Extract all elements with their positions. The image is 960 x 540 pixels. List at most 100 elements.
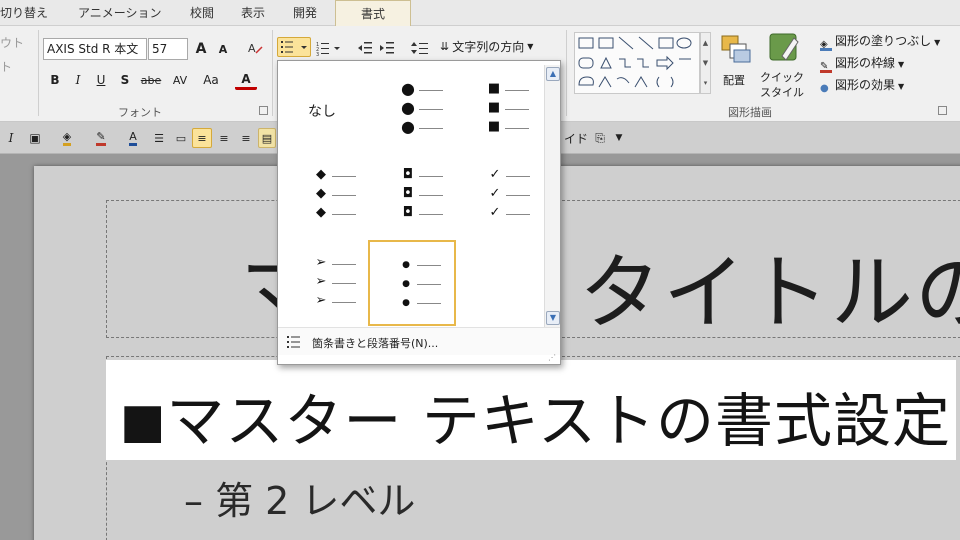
line-color-toolbar-button[interactable]: ✎ — [86, 128, 116, 148]
bullet-line — [332, 283, 356, 284]
checkmark-bullet-icon: ✓ — [489, 205, 501, 220]
body-level1-text[interactable]: ■マスター テキストの書式設定 — [120, 374, 951, 458]
bullet-line — [506, 195, 530, 196]
quick-style-button[interactable]: クイック スタイル — [758, 32, 812, 99]
bullets-and-numbering-menu-item[interactable]: 箇条書きと段落番号(N)... — [278, 327, 560, 355]
underline-label: U — [96, 73, 106, 87]
shape-fill-label: 図形の塗りつぶし — [835, 34, 932, 48]
bullet-option-filled-square[interactable]: ■ ■ ■ — [456, 63, 544, 149]
diamond-bullet-icon: ◆ — [316, 186, 326, 201]
bullet-line — [419, 90, 443, 91]
bullet-line — [419, 109, 443, 110]
bullet-option-checkmark[interactable]: ✓ ✓ ✓ — [456, 149, 544, 235]
bullet-line — [332, 302, 356, 303]
line-spacing-button[interactable] — [410, 38, 438, 58]
underline-button[interactable]: U — [91, 70, 111, 90]
chevron-down-icon: ▼ — [549, 313, 557, 322]
shadow-label: S — [120, 73, 130, 87]
clear-format-button[interactable]: A — [244, 38, 266, 58]
bullet-line — [419, 128, 443, 129]
align-left-toolbar-button[interactable]: ☰ — [148, 128, 170, 148]
italic-button[interactable]: I — [68, 70, 88, 90]
bullets-button[interactable] — [277, 37, 311, 57]
body-level2-label: – 第 2 レベル — [184, 479, 416, 523]
bullet-line — [419, 214, 443, 215]
font-name-select[interactable]: AXIS Std R 本文 — [43, 38, 147, 60]
strikethrough-button[interactable]: abe — [138, 70, 164, 90]
fill-color-toolbar-button[interactable]: ◈ — [52, 128, 82, 148]
text-direction-label: 文字列の方向 — [452, 39, 525, 54]
font-color-toolbar-button[interactable]: A — [120, 128, 146, 148]
align-left-button[interactable]: ≡ — [192, 128, 212, 148]
scroll-up-button[interactable]: ▲ — [546, 67, 560, 81]
grow-font-button[interactable]: A — [192, 39, 210, 59]
decrease-indent-button[interactable] — [355, 38, 375, 58]
shapes-gallery-scroll[interactable]: ▲ ▼ ▾ — [700, 32, 711, 94]
font-name-value: AXIS Std R 本文 — [47, 42, 139, 56]
shape-group-label: 図形描画 — [728, 106, 772, 119]
toolbar-overflow-button[interactable]: ▼ — [612, 128, 626, 148]
shape-style-toolbar-button[interactable]: ▣ — [22, 128, 48, 148]
shadow-button[interactable]: S — [115, 70, 135, 90]
change-case-button[interactable]: Aa — [197, 70, 225, 90]
shape-group-launcher[interactable] — [938, 106, 947, 115]
gallery-scrollbar[interactable]: ▲ ▼ — [544, 65, 560, 327]
justify-button[interactable]: ▤ — [258, 128, 276, 148]
resize-grip-icon[interactable]: ⋰ — [548, 353, 556, 362]
bullet-line — [332, 214, 356, 215]
tab-transitions[interactable]: 切り替え — [0, 0, 48, 26]
quick-style-label-2: スタイル — [760, 86, 804, 99]
text-direction-button[interactable]: ⇊ 文字列の方向 ▼ — [440, 36, 544, 56]
font-size-value: 57 — [152, 42, 168, 56]
font-color-button[interactable]: A — [235, 70, 257, 90]
arrange-button[interactable]: 配置 — [716, 32, 754, 98]
shape-effects-button[interactable]: ● 図形の効果 ▼ — [820, 76, 904, 95]
shape-fill-button[interactable]: ◈ 図形の塗りつぶし ▼ — [820, 32, 940, 51]
tab-view[interactable]: 表示 — [241, 0, 265, 26]
checkmark-bullet-icon: ✓ — [489, 186, 501, 201]
bullet-option-small-dot[interactable]: ● ● ● — [368, 240, 456, 326]
increase-indent-button[interactable] — [377, 38, 397, 58]
bullet-option-diamond[interactable]: ◆ ◆ ◆ — [280, 149, 368, 235]
diamond-bullet-icon: ◆ — [316, 167, 326, 182]
ribbon-separator — [38, 30, 39, 116]
bold-button[interactable]: B — [45, 70, 65, 90]
tab-format[interactable]: 書式 — [335, 0, 411, 26]
numbering-button[interactable]: 1 2 3 — [314, 38, 342, 58]
shrink-font-button[interactable]: A — [214, 39, 232, 59]
shape-outline-button[interactable]: ✎ 図形の枠線 ▼ — [820, 54, 904, 73]
body-level2-text[interactable]: – 第 2 レベル — [184, 470, 415, 525]
font-size-select[interactable]: 57 — [148, 38, 188, 60]
bullet-line — [417, 265, 441, 266]
font-color-icon: A — [129, 130, 137, 146]
scroll-down-button[interactable]: ▼ — [546, 311, 560, 325]
ribbon-tab-bar: 切り替え アニメーション 校閲 表示 開発 書式 — [0, 0, 960, 26]
tab-animations[interactable]: アニメーション — [78, 0, 162, 26]
tab-developer[interactable]: 開発 — [293, 0, 317, 26]
align-right-button[interactable]: ≡ — [236, 128, 256, 148]
shapes-gallery[interactable] — [574, 32, 700, 94]
bullet-line — [505, 109, 529, 110]
tab-review[interactable]: 校閲 — [190, 0, 214, 26]
font-color-label: A — [241, 71, 251, 86]
bullets-gallery-dropdown: なし ● ● ● ■ ■ ■ ◆ ◆ ◆ ◘ ◘ ◘ ✓ ✓ ✓ ➢ ➢ ➢ ●… — [277, 60, 561, 365]
bold-label: B — [50, 73, 60, 87]
align-left-icon: ≡ — [197, 131, 207, 145]
bullet-option-hollow-square[interactable]: ◘ ◘ ◘ — [368, 149, 456, 235]
italic-label: I — [75, 73, 81, 87]
format-painter-toolbar-button[interactable]: ⎘ — [590, 128, 610, 148]
align-center-button[interactable]: ≡ — [214, 128, 234, 148]
italic-toolbar-button[interactable]: I — [2, 128, 20, 148]
bullet-line — [419, 176, 443, 177]
font-group-launcher[interactable] — [259, 106, 268, 115]
bullet-option-arrowhead[interactable]: ➢ ➢ ➢ — [280, 237, 368, 323]
textbox-icon: ▭ — [175, 131, 187, 145]
bullet-option-none[interactable]: なし — [280, 63, 368, 149]
character-spacing-button[interactable]: AV — [166, 70, 194, 90]
svg-text:3: 3 — [316, 52, 319, 56]
bullet-option-filled-circle[interactable]: ● ● ● — [368, 63, 456, 149]
shape-effects-label: 図形の効果 — [835, 78, 896, 92]
textbox-toolbar-button[interactable]: ▭ — [172, 128, 190, 148]
bullet-none-label: なし — [308, 104, 336, 120]
title-text-right: タイトルの — [579, 246, 960, 341]
